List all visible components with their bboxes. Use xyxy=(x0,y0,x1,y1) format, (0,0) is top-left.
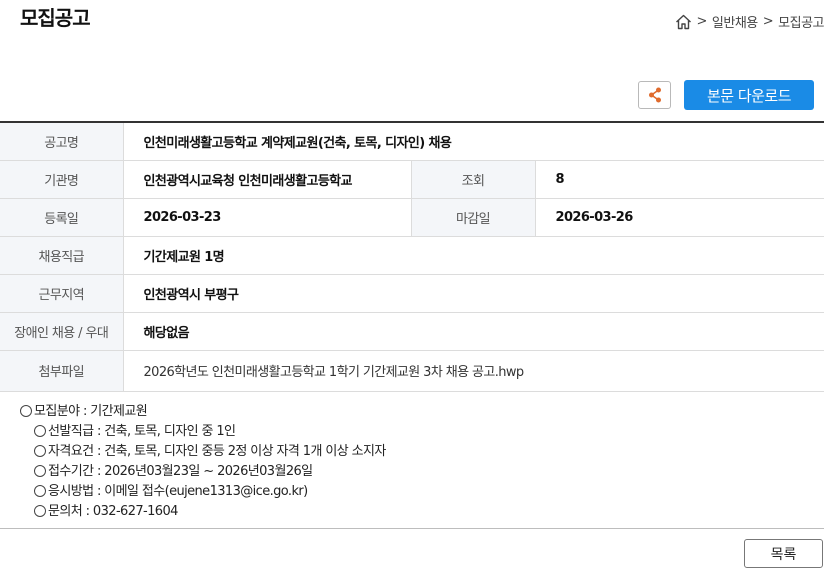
table-row: 근무지역 인천광역시 부평구 xyxy=(0,274,824,313)
disability-value: 해당없음 xyxy=(123,312,824,351)
page-title: 모집공고 xyxy=(20,6,91,30)
list-item: 응시방법 : 이메일 접수(eujene1313@ice.go.kr) xyxy=(20,482,386,502)
table-row: 장애인 채용 / 우대 해당없음 xyxy=(0,312,824,351)
org-value: 인천광역시교육청 인천미래생활고등학교 xyxy=(123,160,412,199)
circle-bullet-icon xyxy=(34,505,46,517)
list-button[interactable]: 목록 xyxy=(744,539,823,568)
breadcrumb-separator: > xyxy=(762,14,774,29)
table-row: 공고명 인천미래생활고등학교 계약제교원(건축, 토목, 디자인) 채용 xyxy=(0,122,824,161)
deadline-value: 2026-03-26 xyxy=(535,198,824,237)
detail-text: 자격요건 : 건축, 토목, 디자인 중등 2정 이상 자격 1개 이상 소지자 xyxy=(48,444,386,459)
detail-text: 응시방법 : 이메일 접수(eujene1313@ice.go.kr) xyxy=(48,484,308,499)
list-item: 모집분야 : 기간제교원 xyxy=(20,402,386,422)
breadcrumb-item-general-recruit[interactable]: 일반채용 xyxy=(712,12,758,31)
title-label: 공고명 xyxy=(0,122,124,161)
views-value: 8 xyxy=(535,160,824,199)
breadcrumb-item-recruit-notice[interactable]: 모집공고 xyxy=(778,12,824,31)
list-item: 자격요건 : 건축, 토목, 디자인 중등 2정 이상 자격 1개 이상 소지자 xyxy=(20,442,386,462)
share-button[interactable] xyxy=(638,81,671,109)
detail-text: 접수기간 : 2026년03월23일 ~ 2026년03월26일 xyxy=(48,464,313,479)
home-icon[interactable] xyxy=(675,14,692,30)
views-label: 조회 xyxy=(411,160,536,199)
location-value: 인천광역시 부평구 xyxy=(123,274,824,313)
share-icon xyxy=(648,87,661,103)
notice-body: 모집분야 : 기간제교원 선발직급 : 건축, 토목, 디자인 중 1인 자격요… xyxy=(20,402,386,522)
disability-label: 장애인 채용 / 우대 xyxy=(0,312,124,351)
position-label: 채용직급 xyxy=(0,236,124,275)
detail-text: 선발직급 : 건축, 토목, 디자인 중 1인 xyxy=(48,424,236,439)
circle-bullet-icon xyxy=(20,405,32,417)
attachment-link[interactable]: 2026학년도 인천미래생활고등학교 1학기 기간제교원 3차 채용 공고.hw… xyxy=(123,350,824,392)
circle-bullet-icon xyxy=(34,465,46,477)
breadcrumb: > 일반채용 > 모집공고 xyxy=(675,12,824,31)
deadline-label: 마감일 xyxy=(411,198,536,237)
circle-bullet-icon xyxy=(34,445,46,457)
reg-date-value: 2026-03-23 xyxy=(123,198,412,237)
notice-info-table: 공고명 인천미래생활고등학교 계약제교원(건축, 토목, 디자인) 채용 기관명… xyxy=(0,121,824,392)
reg-date-label: 등록일 xyxy=(0,198,124,237)
circle-bullet-icon xyxy=(34,485,46,497)
list-item: 문의처 : 032-627-1604 xyxy=(20,502,386,522)
list-item: 접수기간 : 2026년03월23일 ~ 2026년03월26일 xyxy=(20,462,386,482)
location-label: 근무지역 xyxy=(0,274,124,313)
org-label: 기관명 xyxy=(0,160,124,199)
recruit-field: 모집분야 : 기간제교원 xyxy=(34,404,148,419)
table-row: 기관명 인천광역시교육청 인천미래생활고등학교 조회 8 xyxy=(0,160,824,199)
detail-text: 문의처 : 032-627-1604 xyxy=(48,504,178,519)
table-row: 채용직급 기간제교원 1명 xyxy=(0,236,824,275)
attachment-label: 첨부파일 xyxy=(0,350,124,392)
toolbar: 본문 다운로드 xyxy=(638,80,814,110)
breadcrumb-separator: > xyxy=(696,14,708,29)
divider xyxy=(0,528,824,529)
title-value: 인천미래생활고등학교 계약제교원(건축, 토목, 디자인) 채용 xyxy=(123,122,824,161)
position-value: 기간제교원 1명 xyxy=(123,236,824,275)
table-row: 등록일 2026-03-23 마감일 2026-03-26 xyxy=(0,198,824,237)
table-row: 첨부파일 2026학년도 인천미래생활고등학교 1학기 기간제교원 3차 채용 … xyxy=(0,350,824,392)
circle-bullet-icon xyxy=(34,425,46,437)
list-item: 선발직급 : 건축, 토목, 디자인 중 1인 xyxy=(20,422,386,442)
download-body-button[interactable]: 본문 다운로드 xyxy=(684,80,814,110)
